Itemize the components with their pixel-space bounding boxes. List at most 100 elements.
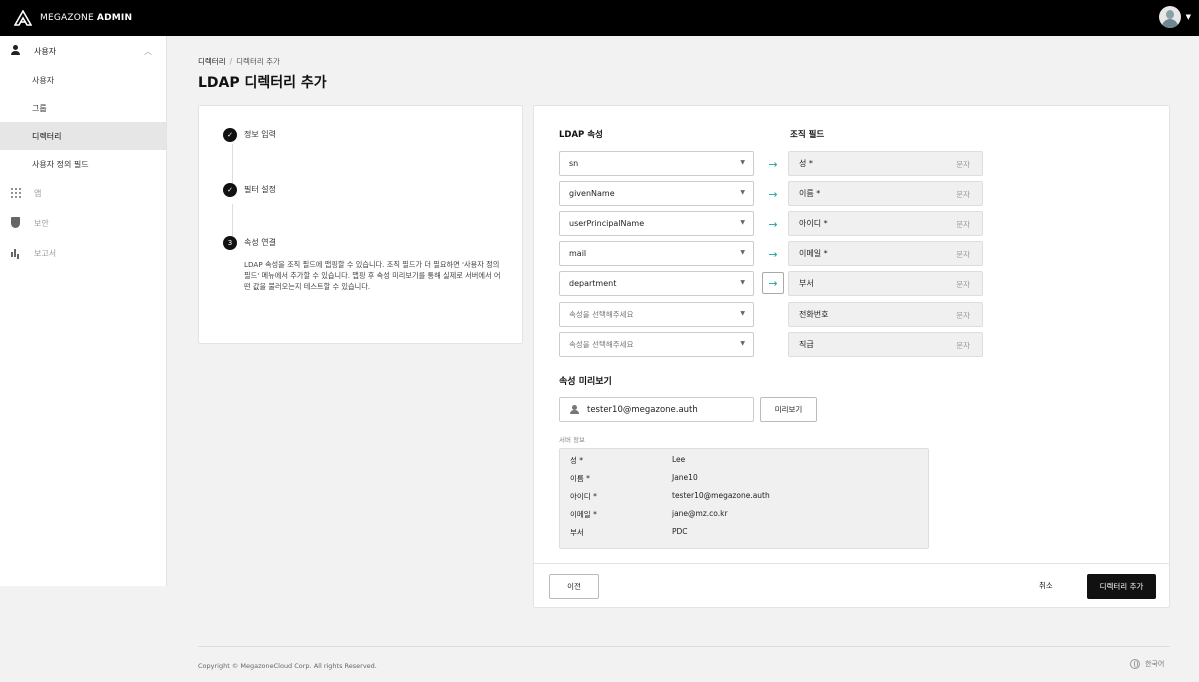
- org-field: 전화번호 문자: [788, 302, 983, 327]
- sidebar-group-users[interactable]: 사용자 ︿: [0, 36, 166, 66]
- sidebar-item-users[interactable]: 사용자: [0, 66, 166, 94]
- sidebar: 사용자 ︿ 사용자 그룹 디렉터리 사용자 정의 필드 앱 보안 보고서: [0, 36, 167, 586]
- globe-icon: [1130, 659, 1140, 669]
- field-type: 문자: [956, 160, 970, 169]
- apps-grid-icon: [10, 187, 22, 199]
- caret-down-icon: ▼: [740, 159, 745, 166]
- prev-button[interactable]: 이전: [549, 574, 599, 599]
- preview-user-input[interactable]: tester10@megazone.auth: [559, 397, 754, 422]
- step-connector: [232, 144, 233, 186]
- user-menu[interactable]: ▼: [1158, 6, 1191, 28]
- language-selector[interactable]: 한국어: [1130, 659, 1164, 669]
- server-info-key: 부서: [570, 528, 584, 537]
- user-icon: [10, 45, 22, 57]
- megazone-logo-icon: [14, 10, 32, 26]
- preview-title: 속성 미리보기: [559, 377, 612, 387]
- field-type: 문자: [956, 341, 970, 350]
- select-value: department: [569, 279, 617, 288]
- sidebar-item-custom-fields[interactable]: 사용자 정의 필드: [0, 150, 166, 178]
- server-info-value: Jane10: [672, 473, 698, 482]
- select-value: userPrincipalName: [569, 219, 645, 228]
- field-name: 부서: [799, 279, 814, 288]
- bar-chart-icon: [10, 247, 22, 259]
- add-directory-button[interactable]: 디렉터리 추가: [1087, 574, 1156, 599]
- ldap-attribute-select[interactable]: sn ▼: [559, 151, 754, 176]
- sidebar-item-directory[interactable]: 디렉터리: [0, 122, 166, 150]
- server-info-row: 부서 PDC: [570, 527, 688, 538]
- field-name: 직급: [799, 340, 814, 349]
- ldap-attributes-header: LDAP 속성: [559, 130, 603, 140]
- check-icon: ✓: [223, 128, 237, 142]
- sidebar-group-label: 보고서: [34, 248, 57, 258]
- arrow-right-icon: →: [768, 157, 778, 171]
- steps-panel: ✓ 정보 입력 ✓ 필터 설정 3 속성 연결 LDAP 속성을 조직 필드에 …: [198, 105, 523, 344]
- step-connector: [232, 204, 233, 236]
- select-value: givenName: [569, 189, 615, 198]
- org-field: 아이디 * 문자: [788, 211, 983, 236]
- select-value: sn: [569, 159, 579, 168]
- step-title: 정보 입력: [244, 130, 276, 139]
- user-icon: [570, 405, 579, 414]
- breadcrumb-parent[interactable]: 디렉터리: [198, 57, 226, 66]
- sidebar-group-apps[interactable]: 앱: [0, 178, 166, 208]
- sidebar-item-groups[interactable]: 그룹: [0, 94, 166, 122]
- panel-divider: [534, 563, 1169, 564]
- arrow-right-icon: →: [768, 247, 778, 261]
- server-info-value: Lee: [672, 455, 686, 464]
- step-title: 속성 연결: [244, 238, 276, 247]
- server-info-value: PDC: [672, 527, 688, 536]
- sidebar-group-label: 앱: [34, 188, 42, 198]
- caret-down-icon: ▼: [740, 189, 745, 196]
- preview-button[interactable]: 미리보기: [760, 397, 817, 422]
- step-title: 필터 설정: [244, 185, 276, 194]
- language-label: 한국어: [1145, 660, 1165, 668]
- server-info-label: 서버 정보: [559, 436, 585, 444]
- copyright: Copyright © MegazoneCloud Corp. All righ…: [198, 662, 377, 670]
- server-info-value: tester10@megazone.auth: [672, 491, 770, 500]
- app-brand: MEGAZONE ADMIN: [40, 13, 133, 23]
- caret-down-icon: ▼: [740, 340, 745, 347]
- server-info-row: 이름 * Jane10: [570, 473, 698, 484]
- field-type: 문자: [956, 220, 970, 229]
- breadcrumb-separator: /: [229, 57, 233, 66]
- field-name: 이메일 *: [799, 249, 828, 258]
- field-name: 이름 *: [799, 189, 821, 198]
- ldap-attribute-select[interactable]: givenName ▼: [559, 181, 754, 206]
- org-field: 부서 문자: [788, 271, 983, 296]
- top-bar: MEGAZONE ADMIN ▼: [0, 0, 1199, 36]
- cancel-button[interactable]: 취소: [1039, 580, 1053, 591]
- server-info-box: 성 * Lee 이름 * Jane10 아이디 * tester10@megazone…: [559, 448, 929, 549]
- ldap-attribute-select[interactable]: userPrincipalName ▼: [559, 211, 754, 236]
- ldap-attribute-select[interactable]: mail ▼: [559, 241, 754, 266]
- shield-icon: [10, 217, 22, 229]
- app-logo[interactable]: MEGAZONE ADMIN: [14, 10, 132, 26]
- field-name: 아이디 *: [799, 219, 828, 228]
- server-info-key: 이메일 *: [570, 510, 597, 519]
- arrow-right-icon: →: [768, 187, 778, 201]
- arrow-right-icon[interactable]: →: [762, 272, 784, 294]
- server-info-value: jane@mz.co.kr: [672, 509, 728, 518]
- server-info-key: 성 *: [570, 456, 584, 465]
- sidebar-group-reports[interactable]: 보고서: [0, 238, 166, 268]
- ldap-attribute-select[interactable]: department ▼: [559, 271, 754, 296]
- ldap-attribute-select[interactable]: 속성을 선택해주세요 ▼: [559, 302, 754, 327]
- breadcrumb: 디렉터리 / 디렉터리 추가: [198, 56, 280, 67]
- check-icon: ✓: [223, 183, 237, 197]
- preview-input-value: tester10@megazone.auth: [587, 404, 698, 415]
- org-fields-header: 조직 필드: [790, 130, 825, 140]
- org-field: 성 * 문자: [788, 151, 983, 176]
- caret-down-icon: ▼: [740, 310, 745, 317]
- server-info-row: 이메일 * jane@mz.co.kr: [570, 509, 728, 520]
- sidebar-group-label: 사용자: [34, 46, 57, 56]
- sidebar-group-label: 보안: [34, 218, 49, 228]
- caret-down-icon: ▼: [1185, 13, 1191, 21]
- ldap-attribute-select[interactable]: 속성을 선택해주세요 ▼: [559, 332, 754, 357]
- field-name: 성 *: [799, 159, 813, 168]
- org-field: 이메일 * 문자: [788, 241, 983, 266]
- avatar: [1158, 6, 1181, 28]
- step-filter: ✓ 필터 설정: [223, 183, 276, 197]
- field-type: 문자: [956, 190, 970, 199]
- chevron-up-icon: ︿: [144, 47, 152, 56]
- sidebar-group-security[interactable]: 보안: [0, 208, 166, 238]
- server-info-row: 아이디 * tester10@megazone.auth: [570, 491, 770, 502]
